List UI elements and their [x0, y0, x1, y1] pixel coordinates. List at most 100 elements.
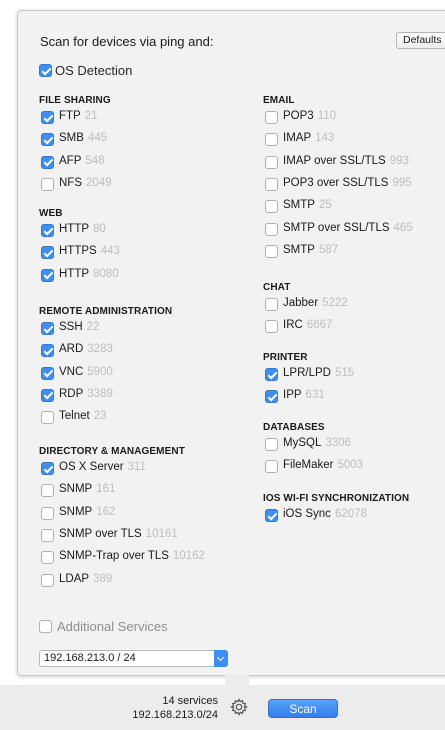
service-port: 2049 [86, 176, 112, 189]
service-check[interactable] [41, 246, 54, 260]
service-port: 3389 [87, 387, 113, 400]
service-check[interactable] [41, 224, 54, 237]
service-check[interactable] [41, 155, 54, 169]
service-label: IPP 631 [283, 389, 325, 401]
service-label: SSH 22 [59, 321, 99, 333]
service-check[interactable] [41, 322, 54, 335]
service-check[interactable] [41, 388, 54, 402]
service-check[interactable] [41, 111, 54, 124]
service-name: NFS [59, 176, 82, 189]
scan-title: Scan for devices via ping and: [40, 34, 214, 49]
service-name: AFP [59, 154, 82, 167]
gear-icon[interactable] [230, 698, 248, 716]
os-detection-check[interactable] [39, 64, 52, 77]
service-label: OS X Server 311 [59, 461, 146, 473]
service-label: POP3 over SSL/TLS 995 [283, 177, 412, 189]
service-name: OS X Server [59, 461, 124, 473]
additional-services-check[interactable] [39, 620, 52, 633]
service-check[interactable] [41, 133, 54, 147]
service-name: IMAP over SSL/TLS [283, 154, 386, 167]
service-name: POP3 [283, 110, 314, 122]
service-port: 465 [393, 221, 413, 234]
service-name: SMTP over SSL/TLS [283, 221, 390, 234]
service-port: 143 [315, 132, 335, 145]
service-label: RDP 3389 [59, 388, 113, 400]
additional-services-label: Additional Services [57, 619, 168, 634]
service-check[interactable] [265, 390, 278, 404]
subnet-label: 192.168.213.0/24 [132, 709, 218, 721]
defaults-button[interactable]: Defaults [396, 32, 445, 49]
service-name: IMAP [283, 132, 312, 145]
service-name: Telnet [59, 410, 90, 423]
scan-button[interactable]: Scan [268, 699, 338, 718]
service-check[interactable] [41, 462, 54, 475]
section-heading-web: WEB [39, 208, 63, 219]
service-name: Jabber [283, 297, 319, 309]
service-check[interactable] [265, 111, 278, 124]
service-label: HTTPS 443 [59, 245, 120, 257]
service-check[interactable] [41, 573, 54, 587]
service-check[interactable] [41, 506, 54, 520]
service-name: iOS Sync [283, 508, 331, 520]
service-check[interactable] [265, 509, 278, 522]
service-label: SMTP over SSL/TLS 465 [283, 222, 413, 234]
service-name: SNMP [59, 483, 93, 496]
service-label: SMTP 587 [283, 244, 338, 256]
service-check[interactable] [265, 320, 278, 334]
service-port: 5900 [87, 365, 113, 378]
service-check[interactable] [41, 484, 54, 498]
service-label: SNMP 161 [59, 483, 115, 495]
service-check[interactable] [265, 200, 278, 214]
service-port: 6667 [306, 319, 333, 332]
service-port: 23 [93, 410, 107, 423]
service-check[interactable] [265, 133, 278, 147]
service-check[interactable] [41, 528, 54, 542]
service-label: SNMP-Trap over TLS 10162 [59, 550, 205, 562]
service-check[interactable] [41, 177, 54, 191]
service-port: 80 [93, 223, 106, 235]
service-check[interactable] [41, 411, 54, 425]
service-port: 10162 [172, 550, 205, 563]
section-heading-ios-wi-fi-synchronization: IOS WI-FI SYNCHRONIZATION [263, 493, 410, 504]
service-check[interactable] [41, 551, 54, 565]
service-check[interactable] [265, 222, 278, 236]
chevron-down-icon[interactable] [214, 650, 228, 667]
service-port: 10161 [145, 527, 178, 540]
service-name: HTTPS [59, 245, 97, 258]
service-check[interactable] [265, 368, 278, 381]
service-label: NFS 2049 [59, 177, 112, 189]
service-name: LPR/LPD [283, 367, 331, 379]
service-check[interactable] [265, 177, 278, 191]
service-port: 62078 [334, 508, 367, 520]
service-check[interactable] [265, 460, 278, 474]
section-heading-printer: PRINTER [263, 352, 308, 363]
service-label: VNC 5900 [59, 366, 113, 378]
service-name: HTTP [59, 267, 90, 280]
service-check[interactable] [41, 344, 54, 358]
service-label: FileMaker 5003 [283, 459, 363, 471]
service-name: SNMP over TLS [59, 527, 142, 540]
service-check[interactable] [41, 268, 54, 282]
service-check[interactable] [265, 438, 278, 451]
service-label: FTP 21 [59, 110, 98, 122]
network-range-value: 192.168.213.0 / 24 [44, 652, 136, 664]
service-name: RDP [59, 387, 84, 400]
service-label: IRC 6667 [283, 319, 332, 331]
service-port: 631 [305, 389, 325, 402]
service-name: SSH [59, 321, 83, 333]
service-check[interactable] [265, 244, 278, 258]
service-name: MySQL [283, 437, 322, 449]
service-port: 548 [85, 154, 105, 167]
service-port: 8080 [93, 267, 119, 280]
service-check[interactable] [265, 155, 278, 169]
service-port: 995 [392, 176, 412, 189]
service-port: 515 [334, 367, 355, 379]
service-check[interactable] [41, 366, 54, 380]
service-port: 311 [127, 461, 146, 473]
service-name: LDAP [59, 572, 90, 585]
service-port: 110 [317, 110, 337, 122]
service-port: 161 [96, 483, 116, 496]
service-check[interactable] [265, 298, 278, 311]
network-range-select[interactable]: 192.168.213.0 / 24 [39, 650, 228, 667]
service-label: Jabber 5222 [283, 297, 348, 309]
